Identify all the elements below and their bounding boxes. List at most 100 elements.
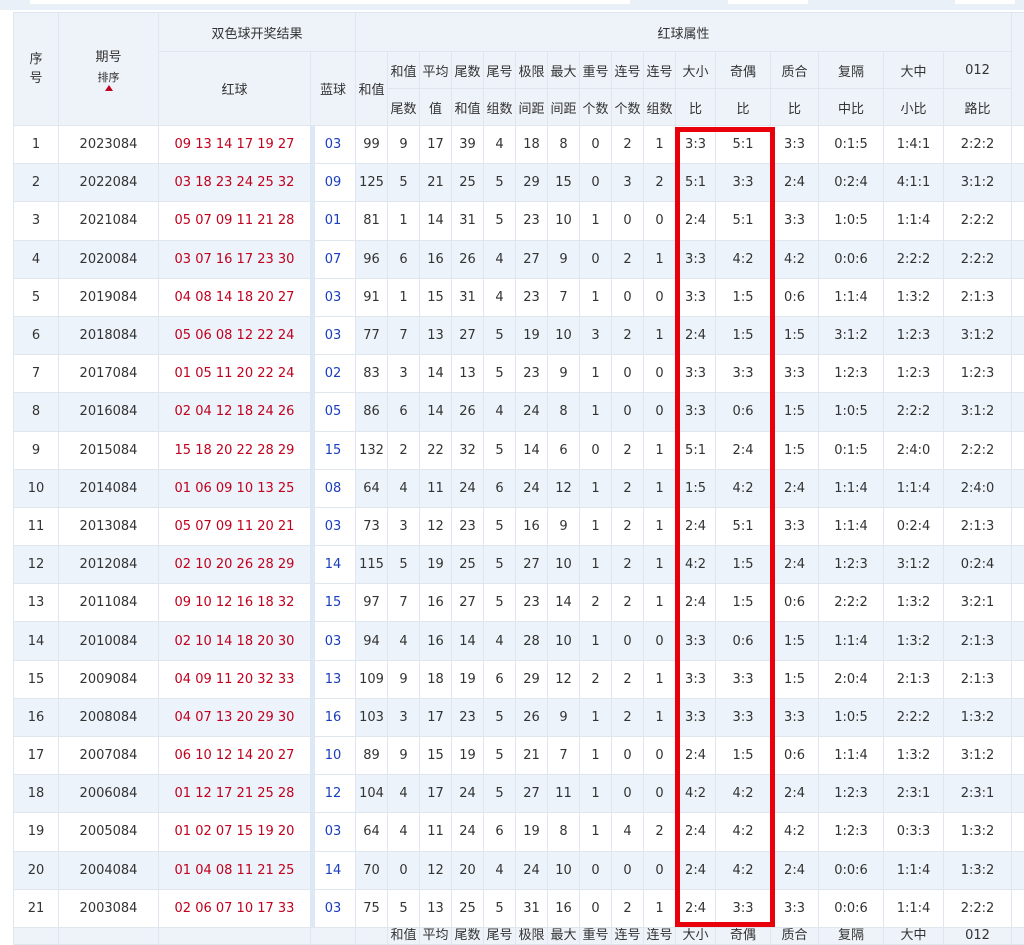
prime-composite-ratio-cell: 3:3 [770, 201, 820, 241]
extreme-span-cell: 31 [515, 888, 549, 928]
big-small-ratio-cell: 4:2 [675, 545, 717, 585]
big-small-ratio-cell: 3:3 [675, 392, 717, 432]
big-mid-small-ratio-cell: 1:4:1 [883, 124, 945, 165]
extreme-span-cell: 19 [515, 812, 549, 852]
odd-even-ratio-cell: 3:3 [715, 163, 772, 203]
tail-sum-cell: 14 [451, 621, 485, 661]
tail-sum-cell: 39 [451, 124, 485, 165]
repeat-count-cell: 1 [579, 468, 613, 508]
extreme-span-cell: 24 [515, 468, 549, 508]
consec-groups-cell: 0 [643, 850, 677, 890]
red-balls-cell: 09 10 12 16 18 32 [158, 583, 311, 623]
big-small-ratio-cell: 2:4 [675, 850, 717, 890]
consec-count-cell: 4 [611, 812, 645, 852]
col-header-bottom: 组数 [483, 88, 517, 126]
lottery-history-table: 序号 期号 排序 双色球开奖结果 红球属性 红球 蓝球 和值 和值 平均 尾数 … [13, 12, 1024, 945]
avg-cell: 14 [419, 201, 453, 241]
issue-cell: 2023084 [58, 124, 159, 165]
red-ball-header: 红球 [158, 51, 311, 126]
col-header-bottom: 尾数 [387, 88, 421, 126]
footer-label: 极限 [515, 926, 549, 945]
repeat-gap-mid-ratio-cell: 0:1:5 [818, 430, 885, 470]
avg-cell: 15 [419, 735, 453, 776]
col-header-top: 最大 [547, 51, 581, 89]
col-header-top: 质合 [770, 51, 820, 89]
repeat-count-cell: 1 [579, 697, 613, 738]
repeat-count-cell: 0 [579, 888, 613, 928]
consec-count-cell: 2 [611, 888, 645, 928]
repeat-count-cell: 0 [579, 124, 613, 165]
footer-label: 大小 [675, 926, 717, 945]
seq-cell: 5 [13, 277, 59, 317]
sum-tail-cell: 3 [387, 506, 421, 547]
tail-sum-cell: 25 [451, 545, 485, 585]
overflow-cell [1011, 315, 1024, 356]
big-mid-small-ratio-cell: 1:2:3 [883, 354, 945, 394]
consec-groups-cell: 1 [643, 697, 677, 738]
sum-tail-cell: 4 [387, 621, 421, 661]
route-012-ratio-cell: 2:1:3 [943, 277, 1013, 317]
repeat-count-cell: 0 [579, 163, 613, 203]
extreme-span-cell: 24 [515, 850, 549, 890]
issue-header[interactable]: 期号 排序 [58, 12, 159, 126]
repeat-gap-mid-ratio-cell: 0:1:5 [818, 124, 885, 165]
route-012-ratio-cell: 3:1:2 [943, 315, 1013, 356]
seq-cell: 16 [13, 697, 59, 738]
tail-groups-cell: 4 [483, 124, 517, 165]
repeat-count-cell: 1 [579, 621, 613, 661]
sum-cell: 104 [355, 774, 389, 814]
extreme-span-cell: 23 [515, 201, 549, 241]
big-mid-small-ratio-cell: 1:2:3 [883, 315, 945, 356]
blue-ball-cell: 14 [309, 545, 357, 585]
table-row: 19 2005084 01 02 07 15 19 20 03 64 4 11 24 6 19 8 1… [13, 812, 1024, 852]
tail-sum-cell: 27 [451, 583, 485, 623]
col-header-bottom: 路比 [943, 88, 1013, 126]
prime-composite-ratio-cell: 0:6 [770, 583, 820, 623]
avg-cell: 16 [419, 583, 453, 623]
red-balls-cell: 05 06 08 12 22 24 [158, 315, 311, 356]
big-mid-small-ratio-cell: 1:3:2 [883, 735, 945, 776]
issue-cell: 2005084 [58, 812, 159, 852]
blue-ball-cell: 15 [309, 583, 357, 623]
red-balls-cell: 15 18 20 22 28 29 [158, 430, 311, 470]
consec-groups-cell: 1 [643, 545, 677, 585]
extreme-span-cell: 29 [515, 659, 549, 699]
sort-up-icon[interactable] [104, 84, 113, 91]
tail-groups-cell: 6 [483, 812, 517, 852]
blue-ball-cell: 07 [309, 239, 357, 279]
overflow-cell [1011, 124, 1024, 165]
repeat-gap-mid-ratio-cell: 0:0:6 [818, 888, 885, 928]
seq-header: 序号 [13, 12, 59, 126]
blue-ball-cell: 05 [309, 392, 357, 432]
footer-label: 尾号 [483, 926, 517, 945]
prime-composite-ratio-cell: 2:4 [770, 163, 820, 203]
blue-ball-cell: 12 [309, 774, 357, 814]
extreme-span-cell: 27 [515, 239, 549, 279]
consec-groups-cell: 0 [643, 621, 677, 661]
top-strip-segment [728, 0, 808, 4]
extreme-span-cell: 23 [515, 277, 549, 317]
tail-sum-cell: 19 [451, 659, 485, 699]
repeat-count-cell: 1 [579, 277, 613, 317]
prime-composite-ratio-cell: 1:5 [770, 315, 820, 356]
red-balls-cell: 06 10 12 14 20 27 [158, 735, 311, 776]
big-mid-small-ratio-cell: 0:3:3 [883, 812, 945, 852]
big-small-ratio-cell: 3:3 [675, 277, 717, 317]
prime-composite-ratio-cell: 3:3 [770, 697, 820, 738]
sort-label[interactable]: 排序 [60, 71, 158, 84]
table-row: 3 2021084 05 07 09 11 21 28 01 81 1 14 31 5 23 10 1… [13, 201, 1024, 241]
sum-tail-cell: 9 [387, 659, 421, 699]
sum-tail-cell: 5 [387, 163, 421, 203]
col-header-top: 复隔 [818, 51, 885, 89]
big-mid-small-ratio-cell: 1:1:4 [883, 468, 945, 508]
consec-groups-cell: 2 [643, 812, 677, 852]
overflow-cell [1011, 621, 1024, 661]
seq-cell: 21 [13, 888, 59, 928]
max-gap-cell: 10 [547, 545, 581, 585]
sum-cell: 91 [355, 277, 389, 317]
tail-groups-cell: 6 [483, 468, 517, 508]
tail-groups-cell: 4 [483, 277, 517, 317]
odd-even-ratio-cell: 1:5 [715, 735, 772, 776]
route-012-ratio-cell: 3:1:2 [943, 392, 1013, 432]
odd-even-ratio-cell: 1:5 [715, 315, 772, 356]
